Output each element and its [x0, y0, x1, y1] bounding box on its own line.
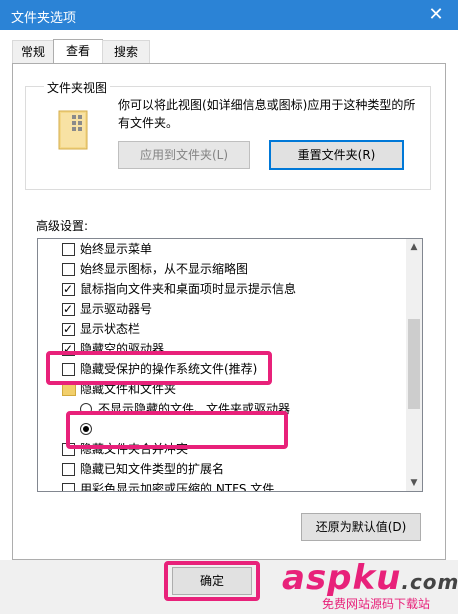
window-title: 文件夹选项	[11, 11, 77, 26]
folder-views-description: 你可以将此视图(如详细信息或图标)应用于这种类型的所有文件夹。	[118, 98, 416, 130]
radio-button[interactable]	[80, 403, 92, 415]
scroll-up-icon[interactable]: ▲	[406, 239, 422, 255]
list-scrollbar[interactable]: ▲ ▼	[406, 239, 422, 491]
ok-button[interactable]: 确定	[172, 567, 252, 595]
checkbox[interactable]	[62, 483, 75, 491]
radio-button-checked[interactable]	[80, 423, 92, 435]
restore-defaults-button[interactable]: 还原为默认值(D)	[301, 513, 421, 541]
checkbox[interactable]	[62, 243, 75, 256]
watermark-logo: aspku.com	[282, 558, 458, 598]
folder-views-icon	[58, 110, 88, 150]
title-bar: 文件夹选项 ✕	[0, 0, 458, 30]
advanced-settings-label: 高级设置:	[36, 219, 89, 233]
watermark-subtitle: 免费网站源码下载站	[322, 597, 431, 611]
scroll-thumb[interactable]	[408, 319, 420, 409]
checkbox-checked[interactable]	[62, 299, 75, 319]
checkbox-checked[interactable]	[62, 339, 75, 359]
folder-icon	[62, 384, 76, 396]
close-icon[interactable]: ✕	[424, 3, 448, 27]
tab-search[interactable]: 搜索	[102, 40, 150, 63]
tab-view[interactable]: 查看	[53, 39, 103, 64]
reset-folders-button[interactable]: 重置文件夹(R)	[269, 140, 404, 170]
folder-views-label: 文件夹视图	[44, 79, 111, 96]
checkbox-checked[interactable]	[62, 279, 75, 299]
checkbox-checked[interactable]	[62, 319, 75, 339]
apply-to-folders-button[interactable]: 应用到文件夹(L)	[118, 141, 250, 169]
advanced-settings-list[interactable]: 始终显示菜单 始终显示图标，从不显示缩略图 鼠标指向文件夹和桌面项时显示提示信息…	[37, 238, 423, 492]
checkbox[interactable]	[62, 263, 75, 276]
checkbox[interactable]	[62, 463, 75, 476]
scroll-down-icon[interactable]: ▼	[406, 475, 422, 491]
tab-general[interactable]: 常规	[12, 40, 54, 63]
checkbox[interactable]	[62, 363, 75, 376]
checkbox[interactable]	[62, 443, 75, 456]
